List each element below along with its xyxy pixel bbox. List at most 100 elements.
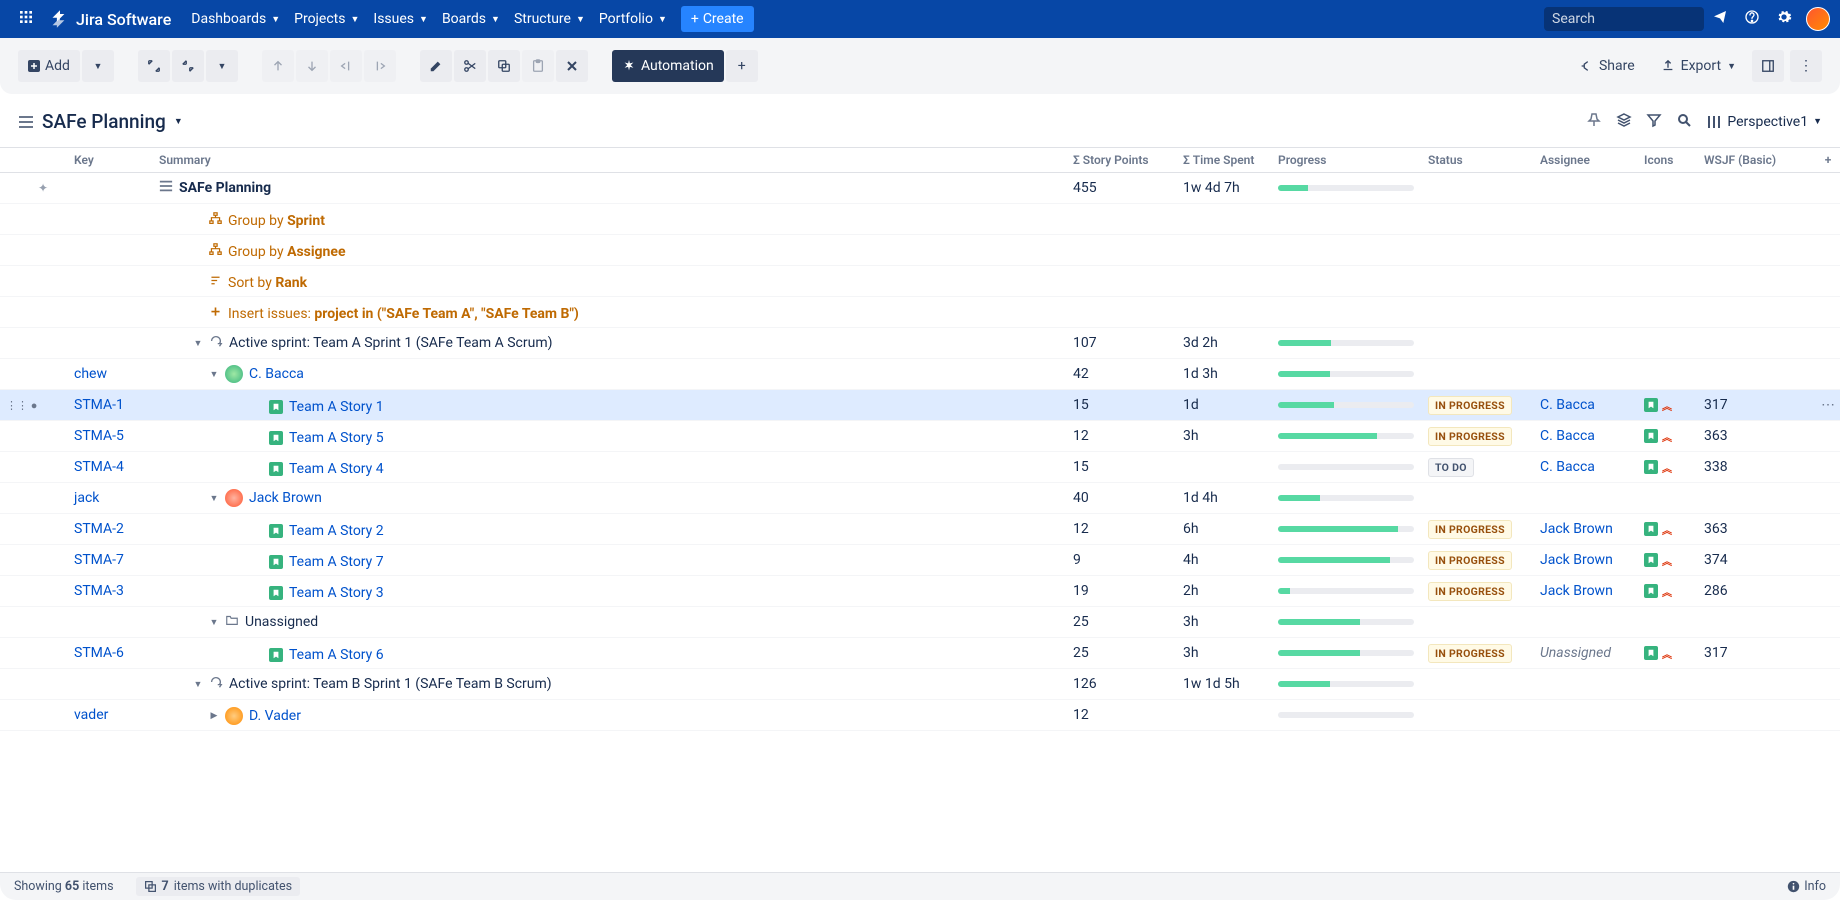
issue-key[interactable]: STMA-6 (44, 645, 159, 661)
expand-toggle[interactable]: ▶ (207, 711, 221, 721)
export-button[interactable]: Export▼ (1651, 52, 1746, 80)
search-panel-icon[interactable] (1676, 112, 1692, 132)
summary-cell[interactable]: ▼Active sprint: Team B Sprint 1 (SAFe Te… (159, 675, 1073, 694)
indent-button[interactable] (364, 50, 396, 82)
nav-dashboards[interactable]: Dashboards▼ (191, 11, 280, 27)
issue-key[interactable]: chew (44, 366, 159, 382)
summary-cell[interactable]: Team A Story 4 (159, 457, 1073, 477)
expand-toggle[interactable]: ▼ (191, 338, 205, 349)
summary-cell[interactable]: ▶D. Vader (159, 706, 1073, 725)
copy-button[interactable] (488, 50, 520, 82)
summary-cell[interactable]: Team A Story 1 (159, 395, 1073, 415)
table-row[interactable]: chew▼C. Bacca421d 3h (0, 359, 1840, 390)
share-button[interactable]: Share (1569, 52, 1645, 80)
table-row[interactable]: STMA-7Team A Story 794hIN PROGRESSJack B… (0, 545, 1840, 576)
table-row[interactable]: ▼Active sprint: Team B Sprint 1 (SAFe Te… (0, 669, 1840, 700)
global-search[interactable] (1544, 7, 1704, 31)
issue-key[interactable]: STMA-7 (44, 552, 159, 568)
assignee-cell[interactable]: C. Bacca (1540, 397, 1644, 413)
nav-issues[interactable]: Issues▼ (373, 11, 428, 27)
issue-key[interactable]: STMA-3 (44, 583, 159, 599)
nav-portfolio[interactable]: Portfolio▼ (599, 11, 667, 27)
col-story-points[interactable]: Σ Story Points (1073, 153, 1183, 167)
nav-structure[interactable]: Structure▼ (514, 11, 585, 27)
summary-cell[interactable]: Insert issues: project in ("SAFe Team A"… (159, 302, 1073, 323)
summary-cell[interactable]: Group by Assignee (159, 240, 1073, 261)
help-icon[interactable] (1736, 3, 1768, 35)
create-button[interactable]: +Create (681, 6, 754, 32)
col-key[interactable]: Key (44, 153, 159, 167)
table-row[interactable]: Group by Assignee (0, 235, 1840, 266)
collapse-all-button[interactable] (172, 50, 204, 82)
table-row[interactable]: ⋮⋮ ●STMA-1Team A Story 1151dIN PROGRESSC… (0, 390, 1840, 421)
jira-logo[interactable]: Jira Software (42, 9, 179, 29)
issue-key[interactable]: jack (44, 490, 159, 506)
layers-icon[interactable] (1616, 112, 1632, 132)
structure-selector[interactable]: SAFe Planning ▼ (18, 110, 183, 133)
info-button[interactable]: Info (1787, 879, 1826, 894)
summary-cell[interactable]: Team A Story 3 (159, 581, 1073, 601)
expand-toggle[interactable]: ▼ (207, 369, 221, 380)
col-progress[interactable]: Progress (1278, 153, 1428, 167)
issue-key[interactable]: STMA-4 (44, 459, 159, 475)
table-row[interactable]: ✦SAFe Planning4551w 4d 7h (0, 173, 1840, 204)
table-row[interactable]: Sort by Rank (0, 266, 1840, 297)
edit-button[interactable] (420, 50, 452, 82)
automation-button[interactable]: Automation (612, 50, 724, 82)
summary-cell[interactable]: SAFe Planning (159, 179, 1073, 197)
summary-cell[interactable]: Sort by Rank (159, 271, 1073, 292)
status-cell[interactable]: IN PROGRESS (1428, 551, 1540, 570)
row-more-button[interactable]: ⋯ (1816, 397, 1840, 413)
expand-toggle[interactable]: ▼ (191, 679, 205, 690)
pin-icon[interactable] (1586, 112, 1602, 132)
issue-key[interactable]: STMA-1 (44, 397, 159, 413)
summary-cell[interactable]: Team A Story 2 (159, 519, 1073, 539)
move-up-button[interactable] (262, 50, 294, 82)
assignee-cell[interactable]: Jack Brown (1540, 521, 1644, 537)
add-dropdown[interactable]: ▼ (82, 50, 114, 82)
table-row[interactable]: STMA-6Team A Story 6253hIN PROGRESSUnass… (0, 638, 1840, 669)
table-row[interactable]: STMA-5Team A Story 5123hIN PROGRESSC. Ba… (0, 421, 1840, 452)
col-icons[interactable]: Icons (1644, 153, 1704, 167)
settings-icon[interactable] (1768, 3, 1800, 35)
assignee-cell[interactable]: C. Bacca (1540, 428, 1644, 444)
status-cell[interactable]: IN PROGRESS (1428, 427, 1540, 446)
table-row[interactable]: jack▼Jack Brown401d 4h (0, 483, 1840, 514)
filter-icon[interactable] (1646, 112, 1662, 132)
nav-projects[interactable]: Projects▼ (294, 11, 359, 27)
expand-dropdown[interactable]: ▼ (206, 50, 238, 82)
issue-key[interactable]: vader (44, 707, 159, 723)
table-row[interactable]: ▼Active sprint: Team A Sprint 1 (SAFe Te… (0, 328, 1840, 359)
table-row[interactable]: STMA-4Team A Story 415TO DOC. Bacca︽338 (0, 452, 1840, 483)
summary-cell[interactable]: ▼Jack Brown (159, 489, 1073, 508)
col-time-spent[interactable]: Σ Time Spent (1183, 153, 1278, 167)
summary-cell[interactable]: Group by Sprint (159, 209, 1073, 230)
assignee-cell[interactable]: Jack Brown (1540, 583, 1644, 599)
move-down-button[interactable] (296, 50, 328, 82)
issue-key[interactable]: STMA-5 (44, 428, 159, 444)
notifications-icon[interactable] (1704, 3, 1736, 35)
user-avatar[interactable] (1806, 7, 1830, 31)
table-row[interactable]: vader▶D. Vader12 (0, 700, 1840, 731)
summary-cell[interactable]: Team A Story 6 (159, 643, 1073, 663)
more-toolbar-button[interactable]: ⋮ (1790, 50, 1822, 82)
assignee-cell[interactable]: Jack Brown (1540, 552, 1644, 568)
status-cell[interactable]: IN PROGRESS (1428, 582, 1540, 601)
status-cell[interactable]: IN PROGRESS (1428, 396, 1540, 415)
layout-toggle-button[interactable] (1752, 50, 1784, 82)
status-cell[interactable]: TO DO (1428, 458, 1540, 477)
duplicates-badge[interactable]: 7 items with duplicates (136, 877, 301, 896)
cut-button[interactable] (454, 50, 486, 82)
outdent-button[interactable] (330, 50, 362, 82)
summary-cell[interactable]: ▼Active sprint: Team A Sprint 1 (SAFe Te… (159, 334, 1073, 353)
summary-cell[interactable]: Team A Story 5 (159, 426, 1073, 446)
col-wsjf[interactable]: WSJF (Basic) (1704, 153, 1816, 167)
expand-toggle[interactable]: ▼ (207, 617, 221, 628)
col-status[interactable]: Status (1428, 153, 1540, 167)
table-row[interactable]: ▼Unassigned253h (0, 607, 1840, 638)
delete-button[interactable] (556, 50, 588, 82)
table-row[interactable]: STMA-2Team A Story 2126hIN PROGRESSJack … (0, 514, 1840, 545)
paste-button[interactable] (522, 50, 554, 82)
expand-all-button[interactable] (138, 50, 170, 82)
table-row[interactable]: Group by Sprint (0, 204, 1840, 235)
